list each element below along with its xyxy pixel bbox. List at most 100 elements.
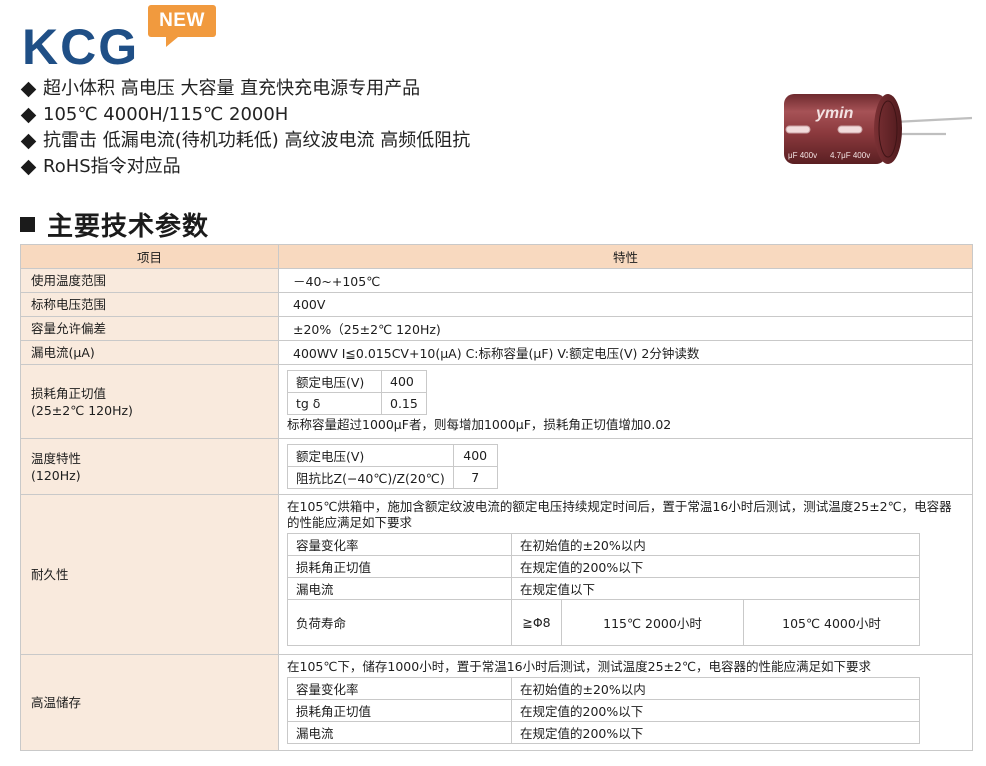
inner-cell: 0.15 [381,392,427,415]
marking-text: μF 400v [788,151,817,160]
feature-item: RoHS指令对应品 [20,154,470,180]
row-label-line: (25±2℃ 120Hz) [31,402,133,418]
row-label-line: 损耗角正切值 [31,385,107,401]
inner-cell: 损耗角正切值 [287,555,512,578]
inner-cell: 容量变化率 [287,677,512,700]
table-row: 损耗角正切值 (25±2℃ 120Hz) 额定电压(V) 400 tg δ 0.… [20,364,973,439]
inner-cell: 在规定值的200%以下 [511,555,920,578]
section-title: 主要技术参数 [47,212,210,242]
new-badge-tail [166,37,178,47]
row-label: 耐久性 [20,494,279,655]
sleeve-band [785,125,811,134]
header-item: 项目 [20,244,279,269]
inner-row: 损耗角正切值 在规定值的200%以下 [287,555,920,578]
inner-cell: 115℃ 2000小时 [561,599,744,646]
inner-cell: ≧Φ8 [511,599,562,646]
inner-row: 容量变化率 在初始值的±20%以内 [287,677,920,700]
row-value: 额定电压(V) 400 tg δ 0.15 标称容量超过1000μF者，则每增加… [278,364,973,439]
lead-wire [893,116,973,124]
table-row: 标称电压范围 400V [20,292,973,317]
row-label: 标称电压范围 [20,292,279,317]
row-label: 高温储存 [20,654,279,751]
feature-item: 105℃ 4000H/115℃ 2000H [20,102,470,128]
inner-table: 容量变化率 在初始值的±20%以内 损耗角正切值 在规定值的200%以下 漏电流… [287,677,920,744]
endurance-description: 在105℃烘箱中，施加含额定纹波电流的额定电压持续规定时间后，置于常温16小时后… [287,499,952,530]
feature-text: 抗雷击 低漏电流(待机功耗低) 高纹波电流 高频低阻抗 [43,130,471,151]
diamond-bullet-icon [20,107,37,123]
inner-table: 容量变化率 在初始值的±20%以内 损耗角正切值 在规定值的200%以下 漏电流… [287,533,920,646]
row-value: ±20%（25±2℃ 120Hz) [278,316,973,341]
inner-row: 阻抗比Z(−40℃)/Z(20℃) 7 [287,466,498,489]
row-value: 在105℃下，储存1000小时，置于常温16小时后测试，测试温度25±2℃，电容… [278,654,973,751]
inner-row: tg δ 0.15 [287,392,427,415]
table-header-row: 项目 特性 [20,244,973,269]
inner-table: 额定电压(V) 400 阻抗比Z(−40℃)/Z(20℃) 7 [287,444,498,489]
brand-print: ymin [815,105,854,122]
inner-cell: 额定电压(V) [287,444,454,467]
inner-cell: 漏电流 [287,721,512,744]
marking-text: 4.7μF 400v [830,151,870,160]
inner-row: 额定电压(V) 400 [287,370,427,393]
square-bullet-icon [20,217,35,232]
feature-text: 105℃ 4000H/115℃ 2000H [43,104,289,125]
feature-text: RoHS指令对应品 [43,156,181,177]
table-row: 温度特性 (120Hz) 额定电压(V) 400 阻抗比Z(−40℃)/Z(20… [20,438,973,495]
inner-cell: 在初始值的±20%以内 [511,533,920,556]
capacitor-end [874,94,902,164]
row-value: 400WV I≦0.015CV+10(μA) C:标称容量(μF) V:额定电压… [278,340,973,365]
inner-row: 漏电流 在规定值的200%以下 [287,721,920,744]
diamond-bullet-icon [20,159,37,175]
header-characteristic: 特性 [278,244,973,269]
inner-cell: 105℃ 4000小时 [743,599,920,646]
diamond-bullet-icon [20,81,37,97]
series-title: KCG [22,19,140,75]
table-row: 容量允许偏差 ±20%（25±2℃ 120Hz) [20,316,973,341]
inner-cell: 400 [381,370,427,393]
tan-delta-note: 标称容量超过1000μF者，则每增加1000μF，损耗角正切值增加0.02 [287,417,672,432]
inner-row: 漏电流 在规定值以下 [287,577,920,600]
feature-item: 超小体积 高电压 大容量 直充快充电源专用产品 [20,76,470,102]
storage-description: 在105℃下，储存1000小时，置于常温16小时后测试，测试温度25±2℃，电容… [287,659,871,674]
inner-cell: 额定电压(V) [287,370,382,393]
row-label: 漏电流(μA) [20,340,279,365]
section-header: 主要技术参数 [20,206,209,243]
new-badge-label: NEW [148,5,216,37]
row-label: 损耗角正切值 (25±2℃ 120Hz) [20,364,279,439]
inner-cell: tg δ [287,392,382,415]
inner-cell: 漏电流 [287,577,512,600]
inner-cell: 在规定值的200%以下 [511,721,920,744]
inner-row: 额定电压(V) 400 [287,444,498,467]
feature-list: 超小体积 高电压 大容量 直充快充电源专用产品 105℃ 4000H/115℃ … [20,76,470,180]
spec-table: 项目 特性 使用温度范围 －40~+105℃ 标称电压范围 400V 容量允许偏… [20,244,973,751]
inner-cell: 7 [452,466,498,489]
inner-cell: 负荷寿命 [287,599,512,646]
sleeve-band [837,125,863,134]
inner-row: 损耗角正切值 在规定值的200%以下 [287,699,920,722]
inner-row: 容量变化率 在初始值的±20%以内 [287,533,920,556]
inner-cell: 容量变化率 [287,533,512,556]
inner-cell: 在规定值以下 [511,577,920,600]
row-value: 额定电压(V) 400 阻抗比Z(−40℃)/Z(20℃) 7 [278,438,973,495]
inner-cell: 阻抗比Z(−40℃)/Z(20℃) [287,466,454,489]
inner-table: 额定电压(V) 400 tg δ 0.15 [287,370,427,415]
table-row: 耐久性 在105℃烘箱中，施加含额定纹波电流的额定电压持续规定时间后，置于常温1… [20,494,973,655]
row-value: －40~+105℃ [278,268,973,293]
diamond-bullet-icon [20,133,37,149]
row-value: 在105℃烘箱中，施加含额定纹波电流的额定电压持续规定时间后，置于常温16小时后… [278,494,973,655]
row-label: 使用温度范围 [20,268,279,293]
table-row: 漏电流(μA) 400WV I≦0.015CV+10(μA) C:标称容量(μF… [20,340,973,365]
inner-cell: 400 [452,444,498,467]
inner-row: 负荷寿命 ≧Φ8 115℃ 2000小时 105℃ 4000小时 [287,599,920,646]
row-label-line: (120Hz) [31,467,81,483]
inner-cell: 在规定值的200%以下 [511,699,920,722]
feature-item: 抗雷击 低漏电流(待机功耗低) 高纹波电流 高频低阻抗 [20,128,470,154]
row-value: 400V [278,292,973,317]
feature-text: 超小体积 高电压 大容量 直充快充电源专用产品 [43,78,421,99]
capacitor-product-image: ymin μF 400v 4.7μF 400v [784,94,973,164]
new-badge: NEW [148,5,220,49]
inner-cell: 在初始值的±20%以内 [511,677,920,700]
inner-cell: 损耗角正切值 [287,699,512,722]
table-row: 高温储存 在105℃下，储存1000小时，置于常温16小时后测试，测试温度25±… [20,654,973,751]
row-label: 容量允许偏差 [20,316,279,341]
row-label: 温度特性 (120Hz) [20,438,279,495]
